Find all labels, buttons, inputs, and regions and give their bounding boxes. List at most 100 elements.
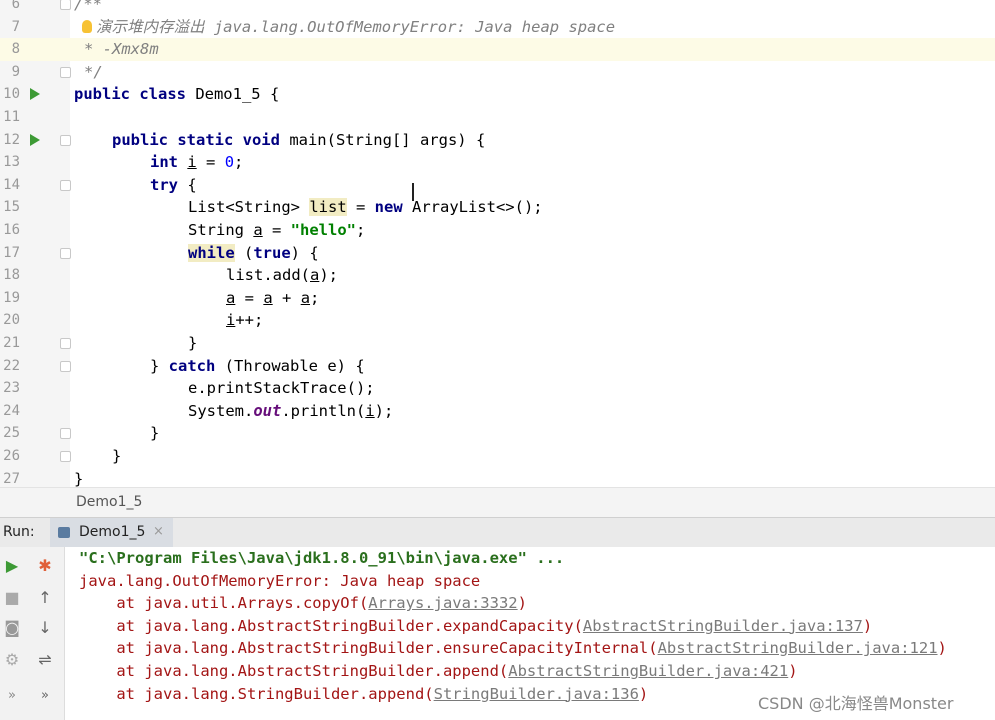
keyword: try xyxy=(150,175,178,194)
line-number: 23 xyxy=(3,380,20,397)
source-link[interactable]: StringBuilder.java:136 xyxy=(434,685,639,703)
code-line-13: 13 int i = 0; xyxy=(0,151,995,174)
fold-icon[interactable] xyxy=(60,428,71,440)
close-icon[interactable]: × xyxy=(153,524,164,539)
fold-icon[interactable] xyxy=(60,451,71,462)
text-cursor xyxy=(412,183,414,201)
code-line-8: 8 * -Xmx8m xyxy=(0,38,995,61)
code-line-7: 7 演示堆内存溢出 java.lang.OutOfMemoryError: Ja… xyxy=(0,16,995,39)
code-text: } xyxy=(150,356,169,375)
code-line-26: 26 } xyxy=(0,445,995,468)
stack-frame: at java.lang.StringBuilder.append(String… xyxy=(79,683,648,706)
frame-text: ) xyxy=(788,662,798,680)
up-arrow-icon[interactable]: ↑ xyxy=(33,585,57,609)
keyword: new xyxy=(374,198,403,217)
code-text: + xyxy=(272,288,301,307)
frame-text: at java.lang.AbstractStringBuilder.expan… xyxy=(79,616,583,635)
number-literal: 0 xyxy=(224,153,235,172)
debug-icon[interactable]: ✱ xyxy=(33,553,57,577)
code-text: ) { xyxy=(290,243,319,262)
run-toolwindow-header: Run: Demo1_5 × xyxy=(0,517,995,547)
code-text: main(String[] args) { xyxy=(279,130,486,149)
code-editor[interactable]: 6 /** 7 演示堆内存溢出 java.lang.OutOfMemoryErr… xyxy=(0,0,995,487)
fold-icon[interactable] xyxy=(60,338,71,349)
code-text: .println( xyxy=(281,401,366,420)
source-link[interactable]: AbstractStringBuilder.java:137 xyxy=(583,617,863,635)
run-tab[interactable]: Demo1_5 × xyxy=(50,518,173,547)
source-link[interactable]: Arrays.java:3332 xyxy=(368,594,517,612)
code-line-16: 16 String a = "hello"; xyxy=(0,219,995,242)
line-number: 10 xyxy=(3,86,20,103)
code-line-24: 24 System.out.println(i); xyxy=(0,400,995,423)
fold-icon[interactable] xyxy=(60,360,71,372)
code-text: ; xyxy=(234,153,244,172)
variable: a xyxy=(226,288,236,307)
code-line-18: 18 list.add(a); xyxy=(0,264,995,287)
line-number: 8 xyxy=(11,41,20,58)
code-text: ); xyxy=(374,401,394,420)
line-number: 17 xyxy=(3,244,20,261)
line-number: 6 xyxy=(11,0,20,12)
variable: i xyxy=(187,153,197,172)
code-text: List<String> xyxy=(188,198,310,217)
line-number: 15 xyxy=(3,199,20,216)
frame-text: at java.lang.StringBuilder.append( xyxy=(79,684,434,703)
keyword: public class xyxy=(74,85,186,104)
stack-frame: at java.lang.AbstractStringBuilder.ensur… xyxy=(79,637,947,660)
down-arrow-icon[interactable]: ↓ xyxy=(33,615,57,639)
line-number: 19 xyxy=(3,289,20,306)
code-line-6: 6 /** xyxy=(0,0,995,16)
run-label: Run: xyxy=(3,524,35,540)
line-number: 11 xyxy=(3,109,20,125)
frame-text: ) xyxy=(862,616,873,635)
fold-icon[interactable] xyxy=(60,247,71,259)
code-text: String xyxy=(188,221,254,239)
line-number: 7 xyxy=(11,18,20,35)
code-line-14: 14 try { xyxy=(0,174,995,197)
run-tab-label: Demo1_5 xyxy=(79,524,146,540)
breadcrumb-item[interactable]: Demo1_5 xyxy=(76,494,142,510)
line-number: 25 xyxy=(3,425,20,442)
run-gutter-icon[interactable] xyxy=(30,88,40,101)
keyword: int xyxy=(150,153,178,172)
line-number: 14 xyxy=(3,176,20,193)
frame-text: ) xyxy=(638,684,649,703)
line-number: 27 xyxy=(3,470,20,487)
settings-icon[interactable]: ⚙ xyxy=(0,647,24,671)
code-line-19: 19 a = a + a; xyxy=(0,287,995,310)
code-line-22: 22 } catch (Throwable e) { xyxy=(0,355,995,378)
line-number: 24 xyxy=(3,402,20,419)
frame-text: at java.lang.AbstractStringBuilder.ensur… xyxy=(79,639,658,658)
string-literal: "hello" xyxy=(290,221,356,239)
code-line-12: 12 public static void main(String[] args… xyxy=(0,129,995,152)
wrap-icon[interactable]: ⇌ xyxy=(33,647,57,671)
code-text: ++; xyxy=(235,311,264,330)
code-text: } xyxy=(188,334,198,352)
code-text: e.printStackTrace(); xyxy=(188,379,375,398)
camera-icon[interactable]: ◙ xyxy=(0,615,24,639)
code-line-20: 20 i++; xyxy=(0,309,995,332)
fold-icon[interactable] xyxy=(60,134,71,146)
more-icon[interactable]: » xyxy=(33,683,57,707)
source-link[interactable]: AbstractStringBuilder.java:421 xyxy=(508,662,788,680)
stack-frame: at java.util.Arrays.copyOf(Arrays.java:3… xyxy=(79,592,527,615)
fold-icon[interactable] xyxy=(60,0,71,10)
source-link[interactable]: AbstractStringBuilder.java:121 xyxy=(658,639,938,657)
fold-icon[interactable] xyxy=(60,179,71,191)
stop-icon[interactable]: ■ xyxy=(0,585,24,609)
line-number: 13 xyxy=(3,154,20,171)
frame-text: ) xyxy=(517,594,527,613)
fold-icon[interactable] xyxy=(60,66,71,78)
run-gutter-icon[interactable] xyxy=(30,133,40,146)
comment-text: 演示堆内存溢出 java.lang.OutOfMemoryError: Java… xyxy=(96,17,616,36)
code-line-21: 21 } xyxy=(0,332,995,355)
keyword: true xyxy=(253,243,291,262)
line-number: 22 xyxy=(3,357,20,374)
keyword: public static void xyxy=(112,130,280,149)
run-icon[interactable]: ▶ xyxy=(0,553,24,577)
bulb-icon[interactable] xyxy=(82,19,92,33)
breadcrumb[interactable]: Demo1_5 xyxy=(0,487,995,518)
comment-text: /** xyxy=(74,0,102,13)
expand-icon[interactable]: » xyxy=(0,683,24,707)
code-text: list.add( xyxy=(226,266,310,285)
